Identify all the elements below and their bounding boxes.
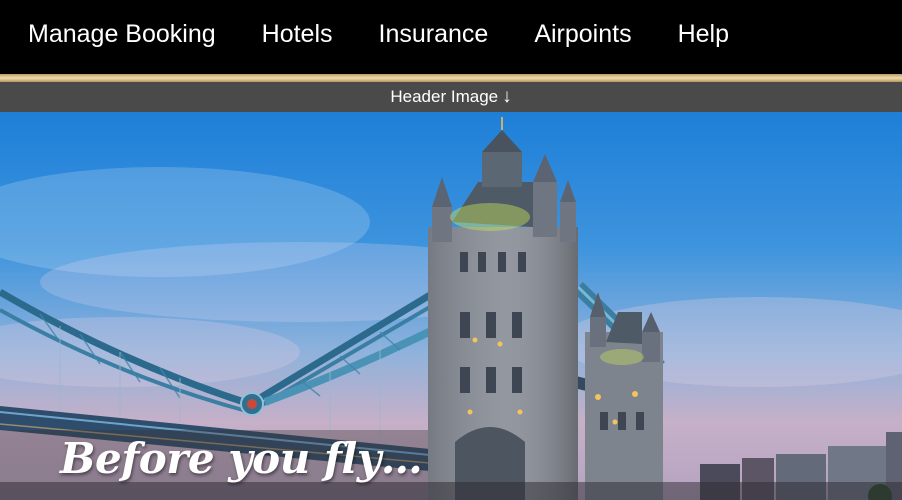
header-image-bar: Header Image ↓ bbox=[0, 82, 902, 112]
nav-hotels[interactable]: Hotels bbox=[262, 21, 333, 47]
hero-banner: Before you fly… bbox=[0, 112, 902, 500]
nav-manage-booking[interactable]: Manage Booking bbox=[28, 21, 216, 47]
nav-insurance[interactable]: Insurance bbox=[379, 21, 489, 47]
arrow-down-icon: ↓ bbox=[502, 86, 512, 107]
nav-airpoints[interactable]: Airpoints bbox=[534, 21, 631, 47]
nav-help[interactable]: Help bbox=[678, 21, 729, 47]
header-image-label: Header Image bbox=[390, 87, 499, 106]
top-navigation: Manage Booking Hotels Insurance Airpoint… bbox=[0, 0, 902, 74]
gold-divider bbox=[0, 74, 902, 82]
hero-title: Before you fly… bbox=[60, 434, 423, 483]
